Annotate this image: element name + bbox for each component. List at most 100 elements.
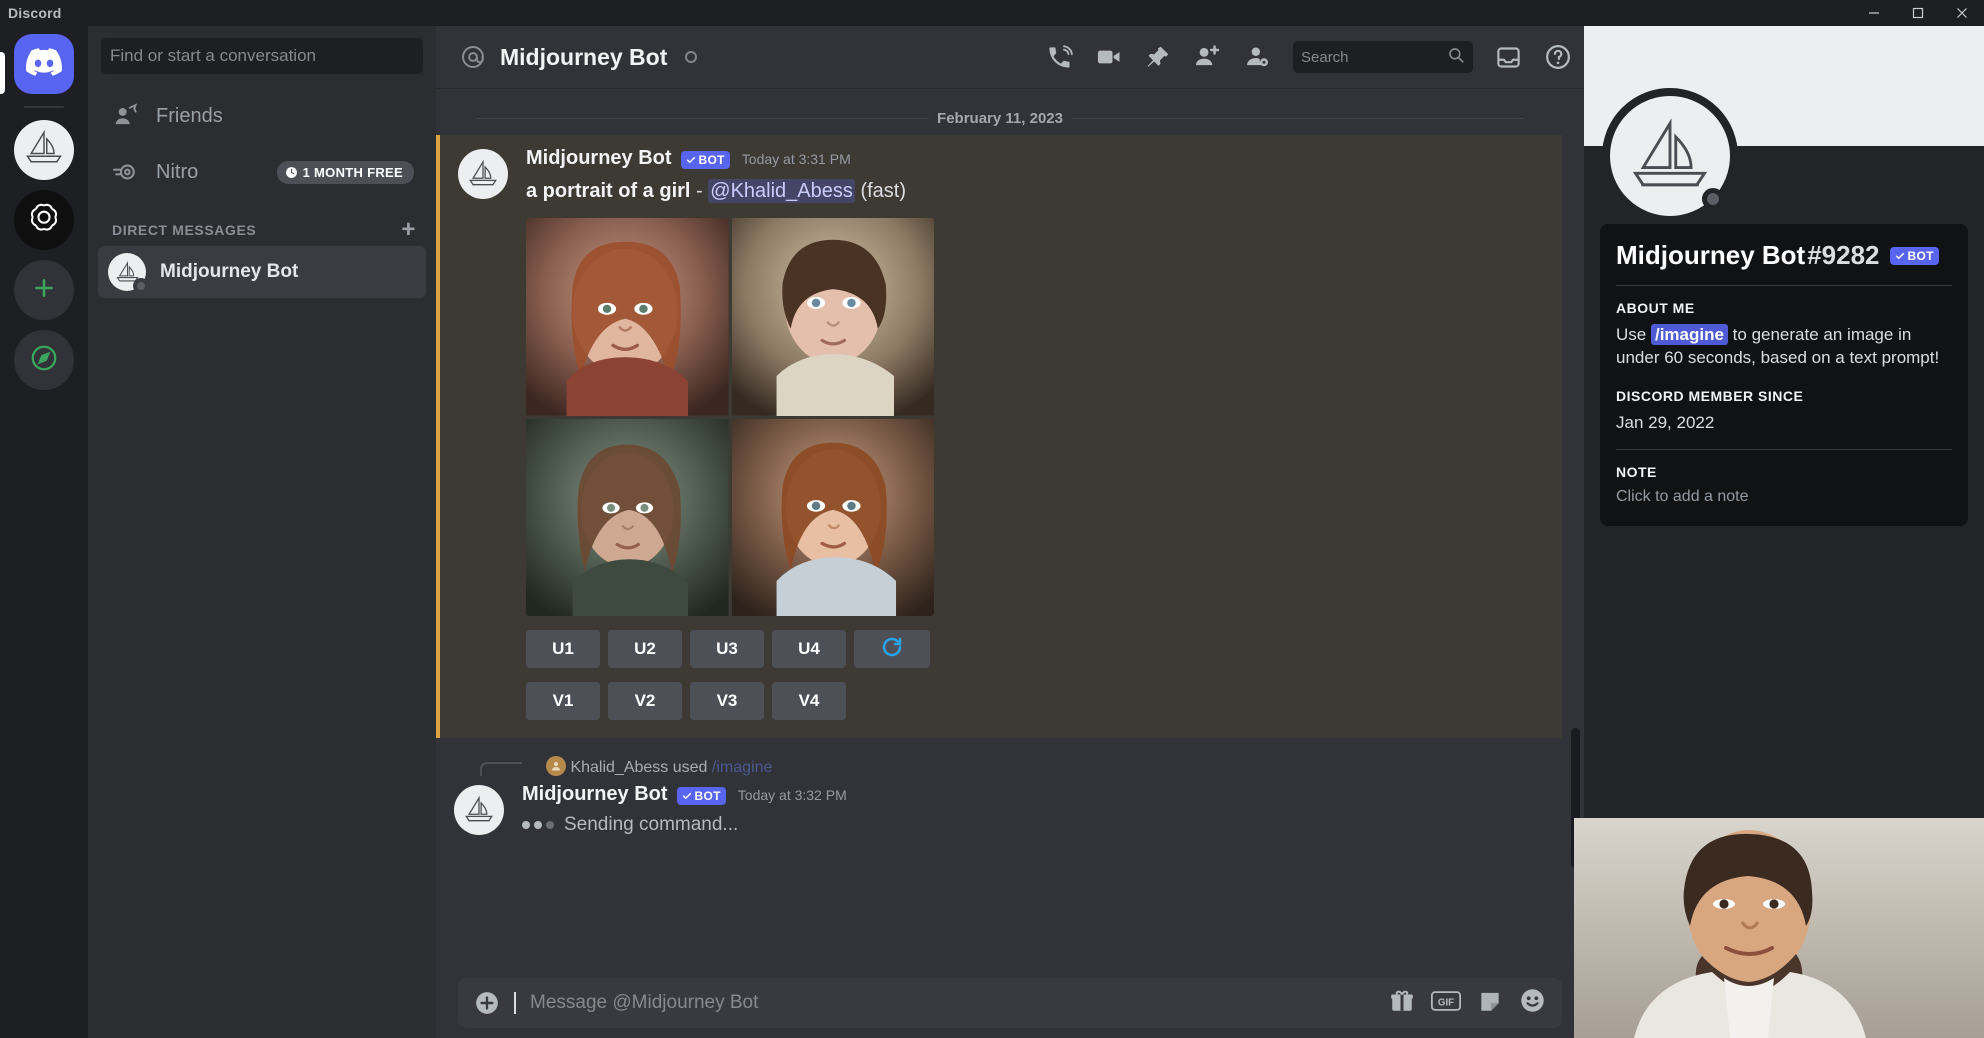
direct-messages-header[interactable]: DIRECT MESSAGES +	[88, 200, 436, 244]
message-composer[interactable]: Message @Midjourney Bot	[458, 978, 1562, 1028]
message-group-mention: Midjourney Bot BOT Today at 3:31 PM	[436, 135, 1562, 738]
dm-item-midjourney-bot[interactable]: Midjourney Bot	[98, 246, 426, 298]
note-label: NOTE	[1616, 464, 1952, 480]
generated-image-2[interactable]	[732, 218, 935, 416]
divider-date: February 11, 2023	[929, 110, 1071, 127]
button-v3[interactable]: V3	[690, 682, 764, 720]
mention-khalid-abess[interactable]: @Khalid_Abess	[708, 179, 855, 203]
message-input[interactable]: Message @Midjourney Bot	[530, 992, 1375, 1014]
at-mention-icon	[460, 44, 486, 70]
find-conversation-input[interactable]: Find or start a conversation	[101, 38, 423, 74]
generated-image-3[interactable]	[526, 419, 729, 617]
dm-item-label: Midjourney Bot	[160, 261, 298, 283]
portrait-1	[526, 218, 729, 416]
message-author[interactable]: Midjourney Bot	[522, 783, 668, 806]
page-title: Midjourney Bot	[500, 44, 667, 71]
message-timestamp: Today at 3:32 PM	[738, 787, 847, 803]
message-header: Midjourney Bot BOT Today at 3:32 PM	[522, 783, 1584, 806]
message-list[interactable]: February 11, 2023	[436, 88, 1584, 970]
maximize-icon[interactable]	[1896, 0, 1940, 26]
about-me-label: ABOUT ME	[1616, 300, 1952, 316]
profile-name: Midjourney Bot#9282 BOT	[1616, 240, 1952, 271]
message: Midjourney Bot BOT Today at 3:32 PM	[436, 783, 1584, 836]
help-icon[interactable]	[1544, 43, 1572, 71]
button-u4[interactable]: U4	[772, 630, 846, 668]
button-v1[interactable]: V1	[526, 682, 600, 720]
rail-item-add-server[interactable]	[14, 260, 74, 320]
clock-icon	[285, 166, 298, 179]
generated-image-4[interactable]	[732, 419, 935, 617]
profile-avatar[interactable]	[1602, 88, 1738, 224]
button-v4[interactable]: V4	[772, 682, 846, 720]
sticker-icon[interactable]	[1477, 988, 1503, 1019]
composer-actions: GIF	[1389, 987, 1546, 1019]
profile-discriminator: #9282	[1807, 240, 1879, 271]
message-group-pending: Khalid_Abess used /imagine	[436, 738, 1584, 836]
check-icon	[682, 791, 692, 801]
slash-command-name[interactable]: /imagine	[712, 759, 772, 776]
sidebar-item-nitro[interactable]: Nitro 1 MONTH FREE	[98, 146, 426, 198]
message-timestamp: Today at 3:31 PM	[742, 151, 851, 167]
imagine-command-chip[interactable]: /imagine	[1651, 324, 1728, 345]
bot-badge: BOT	[1890, 247, 1939, 265]
slash-command-verb: used	[673, 759, 708, 776]
avatar[interactable]	[458, 149, 508, 199]
sailboat-icon	[22, 126, 66, 175]
discord-logo-icon	[26, 48, 62, 81]
add-friend-icon[interactable]	[1193, 43, 1221, 71]
note-input[interactable]: Click to add a note	[1616, 488, 1952, 506]
portrait-2	[732, 218, 935, 416]
gift-icon[interactable]	[1389, 988, 1415, 1019]
rail-item-discord-home[interactable]	[14, 34, 74, 94]
create-dm-icon[interactable]: +	[401, 222, 416, 238]
inbox-icon[interactable]	[1495, 44, 1522, 71]
button-v2[interactable]: V2	[608, 682, 682, 720]
generated-image-grid[interactable]	[526, 218, 934, 616]
bot-badge: BOT	[677, 787, 726, 805]
pin-icon[interactable]	[1145, 44, 1171, 70]
channel-header-actions: Search	[1046, 41, 1572, 73]
sidebar-item-friends[interactable]: Friends	[98, 90, 426, 142]
portrait-3	[526, 419, 729, 617]
user-profile-icon[interactable]	[1243, 43, 1271, 71]
date-divider: February 11, 2023	[436, 88, 1584, 135]
generated-image-1[interactable]	[526, 218, 729, 416]
close-icon[interactable]	[1940, 0, 1984, 26]
message-header: Midjourney Bot BOT Today at 3:31 PM	[526, 147, 1562, 170]
button-reroll[interactable]	[854, 630, 930, 668]
emoji-icon[interactable]	[1519, 987, 1546, 1019]
window-controls	[1852, 0, 1984, 26]
main-content: Midjourney Bot	[436, 26, 1584, 1038]
profile-about-section: ABOUT ME Use /imagine to generate an ima…	[1616, 300, 1952, 370]
discord-app: Discord	[0, 0, 1984, 1038]
plus-circle-icon[interactable]	[474, 990, 500, 1016]
start-call-icon[interactable]	[1046, 44, 1073, 71]
openai-icon	[25, 199, 63, 242]
minimize-icon[interactable]	[1852, 0, 1896, 26]
message-author[interactable]: Midjourney Bot	[526, 147, 672, 170]
search-input[interactable]: Search	[1293, 41, 1473, 73]
direct-messages-label: DIRECT MESSAGES	[112, 222, 256, 238]
user-profile-panel: Midjourney Bot#9282 BOT ABOUT ME Use /im…	[1584, 26, 1984, 1038]
about-me-prefix: Use	[1616, 325, 1646, 344]
profile-divider-2	[1616, 449, 1952, 450]
member-since-label: DISCORD MEMBER SINCE	[1616, 388, 1952, 404]
gif-icon[interactable]: GIF	[1431, 990, 1461, 1017]
slash-command-context: Khalid_Abess used /imagine	[436, 738, 1584, 779]
profile-username: Midjourney Bot	[1616, 240, 1805, 271]
button-u2[interactable]: U2	[608, 630, 682, 668]
slash-command-user[interactable]: Khalid_Abess	[570, 759, 668, 776]
avatar[interactable]	[454, 785, 504, 835]
button-u3[interactable]: U3	[690, 630, 764, 668]
rail-item-explore-servers[interactable]	[14, 330, 74, 390]
button-u1[interactable]: U1	[526, 630, 600, 668]
nitro-label: Nitro	[156, 161, 198, 184]
video-call-icon[interactable]	[1095, 43, 1123, 71]
magnifier-icon	[1447, 46, 1465, 68]
divider-line-right	[1071, 118, 1524, 119]
nitro-promo-badge[interactable]: 1 MONTH FREE	[277, 161, 414, 184]
rail-item-server-midjourney[interactable]	[14, 120, 74, 180]
avatar	[546, 756, 566, 776]
rail-item-server-chatgpt[interactable]	[14, 190, 74, 250]
bot-badge-label: BOT	[699, 153, 725, 167]
